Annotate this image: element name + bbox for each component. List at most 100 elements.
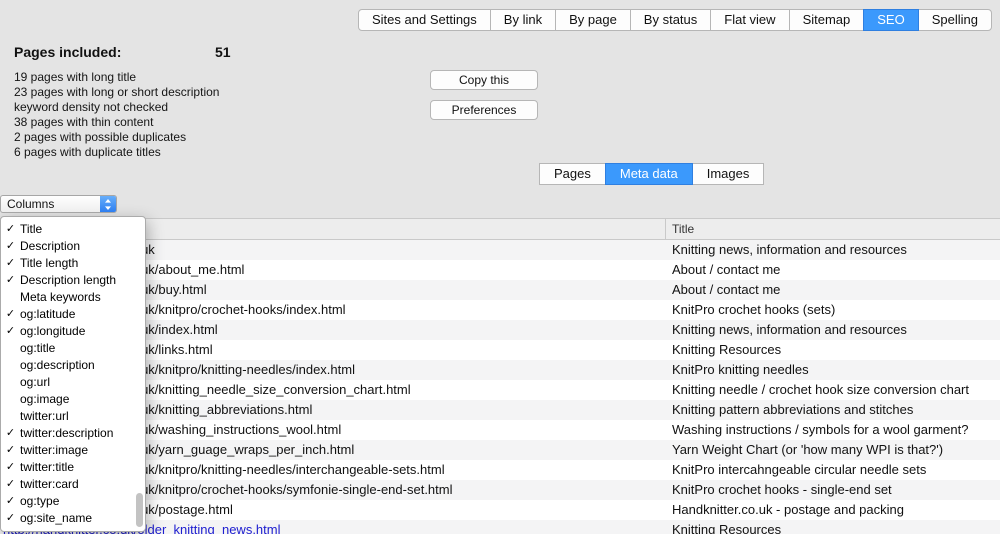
meta-data-table: Title http://handknitter.co.uk Knitting … [0,218,1000,534]
view-tabs: Sites and Settings By link By page By st… [358,9,992,31]
table-row[interactable]: http://handknitter.co.uk/washing_instruc… [0,420,1000,440]
columns-menu-item-label: og:type [20,493,59,510]
title-cell: KnitPro intercahngeable circular needle … [665,460,1000,480]
title-cell: Knitting Resources [665,340,1000,360]
checkmark-icon: ✓ [1,476,20,493]
table-row[interactable]: http://handknitter.co.uk/buy.html About … [0,280,1000,300]
view-tab[interactable]: Flat view [710,9,789,31]
table-header-row: Title [0,218,1000,240]
pages-included-label: Pages included: [14,44,121,60]
view-tab[interactable]: Spelling [918,9,992,31]
table-body: http://handknitter.co.uk Knitting news, … [0,240,1000,534]
columns-menu-item-label: twitter:url [20,408,69,425]
title-cell: Knitting needle / crochet hook size conv… [665,380,1000,400]
columns-menu-item-label: Meta keywords [20,289,101,306]
title-cell: Washing instructions / symbols for a woo… [665,420,1000,440]
table-row[interactable]: http://handknitter.co.uk/older_knitting_… [0,520,1000,534]
columns-menu-item[interactable]: ✓ Title [1,221,145,238]
columns-menu-item[interactable]: ✓ og:longitude [1,323,145,340]
title-cell: Knitting Resources [665,520,1000,534]
checkmark-icon: ✓ [1,272,20,289]
seo-summary: Pages included: 51 19 pages with long ti… [14,44,294,160]
title-cell: Handknitter.co.uk - postage and packing [665,500,1000,520]
table-row[interactable]: http://handknitter.co.uk/yarn_guage_wrap… [0,440,1000,460]
columns-menu-item[interactable]: ✓ og:latitude [1,306,145,323]
view-tab[interactable]: Sites and Settings [358,9,491,31]
columns-menu-item-label: twitter:card [20,476,79,493]
summary-line: 2 pages with possible duplicates [14,130,294,145]
title-cell: About / contact me [665,280,1000,300]
columns-menu-item[interactable]: ✓ Description length [1,272,145,289]
columns-menu-item-label: og:site_name [20,510,92,527]
view-tab[interactable]: Sitemap [789,9,865,31]
checkmark-icon: ✓ [1,493,20,510]
title-cell: Knitting pattern abbreviations and stitc… [665,400,1000,420]
columns-menu-item-label: og:url [20,374,50,391]
columns-menu-item[interactable]: ✓ og:title [1,340,145,357]
view-tab[interactable]: By status [630,9,711,31]
table-row[interactable]: http://handknitter.co.uk/postage.html Ha… [0,500,1000,520]
data-type-tab[interactable]: Meta data [605,163,693,185]
checkmark-icon: ✓ [1,238,20,255]
table-row[interactable]: http://handknitter.co.uk/knitpro/crochet… [0,300,1000,320]
table-row[interactable]: http://handknitter.co.uk/knitpro/knittin… [0,460,1000,480]
columns-menu-item[interactable]: ✓ twitter:title [1,459,145,476]
checkmark-icon: ✓ [1,442,20,459]
columns-menu-item-label: Description length [20,272,116,289]
columns-menu-item-label: Title length [20,255,78,272]
table-row[interactable]: http://handknitter.co.uk/about_me.html A… [0,260,1000,280]
table-row[interactable]: http://handknitter.co.uk/knitpro/knittin… [0,360,1000,380]
title-cell: Yarn Weight Chart (or 'how many WPI is t… [665,440,1000,460]
summary-line: 19 pages with long title [14,70,294,85]
copy-this-button[interactable]: Copy this [430,70,538,90]
summary-lines: 19 pages with long title 23 pages with l… [14,70,294,160]
table-row[interactable]: http://handknitter.co.uk/knitting_abbrev… [0,400,1000,420]
summary-line: keyword density not checked [14,100,294,115]
columns-menu-item[interactable]: ✓ Description [1,238,145,255]
columns-menu-item[interactable]: ✓ og:type [1,493,145,510]
columns-menu-item-label: twitter:description [20,425,113,442]
columns-menu-item[interactable]: ✓ twitter:description [1,425,145,442]
columns-menu-item[interactable]: ✓ og:site_name [1,510,145,527]
table-row[interactable]: http://handknitter.co.uk/knitting_needle… [0,380,1000,400]
popup-arrows-icon [100,196,116,212]
columns-menu-item[interactable]: ✓ Title length [1,255,145,272]
columns-menu-item-label: og:latitude [20,306,75,323]
columns-menu-item-label: twitter:image [20,442,88,459]
summary-line: 38 pages with thin content [14,115,294,130]
columns-menu-item-label: og:description [20,357,95,374]
columns-menu-item-label: og:longitude [20,323,85,340]
data-type-tabs: Pages Meta data Images [540,163,764,185]
columns-menu: ✓ Title ✓ Description ✓ Title length ✓ D… [0,216,146,532]
columns-menu-item[interactable]: ✓ og:url [1,374,145,391]
columns-popup-button[interactable]: Columns [0,195,117,213]
columns-menu-item[interactable]: ✓ twitter:image [1,442,145,459]
title-cell: KnitPro knitting needles [665,360,1000,380]
columns-menu-item[interactable]: ✓ og:description [1,357,145,374]
view-tab[interactable]: By link [490,9,556,31]
columns-menu-item-label: twitter:title [20,459,74,476]
title-column-header[interactable]: Title [665,219,1000,239]
title-cell: KnitPro crochet hooks - single-end set [665,480,1000,500]
view-tab[interactable]: By page [555,9,631,31]
checkmark-icon: ✓ [1,425,20,442]
view-tab[interactable]: SEO [863,9,918,31]
columns-menu-item[interactable]: ✓ Meta keywords [1,289,145,306]
checkmark-icon: ✓ [1,255,20,272]
table-row[interactable]: http://handknitter.co.uk/knitpro/crochet… [0,480,1000,500]
columns-menu-item[interactable]: ✓ twitter:url [1,408,145,425]
data-type-tab[interactable]: Pages [539,163,606,185]
preferences-button[interactable]: Preferences [430,100,538,120]
columns-menu-item-label: Description [20,238,80,255]
table-row[interactable]: http://handknitter.co.uk Knitting news, … [0,240,1000,260]
columns-menu-item[interactable]: ✓ twitter:card [1,476,145,493]
table-row[interactable]: http://handknitter.co.uk/index.html Knit… [0,320,1000,340]
columns-menu-item[interactable]: ✓ og:image [1,391,145,408]
columns-menu-item-label: og:title [20,340,55,357]
table-row[interactable]: http://handknitter.co.uk/links.html Knit… [0,340,1000,360]
checkmark-icon: ✓ [1,459,20,476]
checkmark-icon: ✓ [1,323,20,340]
data-type-tab[interactable]: Images [692,163,765,185]
app-window: { "tabs": { "items": [ { "label": "Sites… [0,0,1000,534]
menu-scrollbar-thumb[interactable] [136,493,143,527]
